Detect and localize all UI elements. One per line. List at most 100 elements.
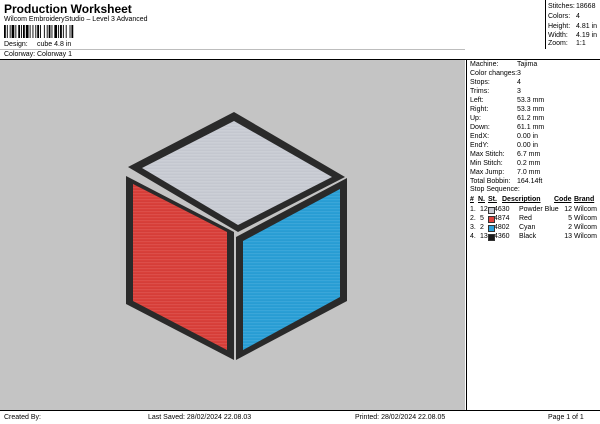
design-label: Design: [4,41,28,48]
col-code: Code [554,196,572,203]
machine-info-label: Left: [470,97,484,104]
stop-code: 13 [564,233,572,240]
barcode-bar [15,25,17,38]
machine-info-value: 164.14ft [517,178,543,185]
machine-info-value: 0.00 in [517,142,539,149]
stop-code: 2 [568,224,572,231]
stop-sequence-row: 1. 12 4630 Powder Blue Wilcom 12 [468,205,598,214]
stop-stitches: 4630 [494,206,510,213]
machine-info-label: Max Jump: [470,169,505,176]
stop-description: Red [519,215,532,222]
stop-brand: Wilcom [574,224,597,231]
stop-sequence-row: 4. 13 4360 Black Wilcom 13 [468,232,598,241]
stat-colors-label: Colors: [548,13,571,20]
barcode-bar [29,25,31,38]
machine-info-label: Up: [470,115,481,122]
stop-description: Black [519,233,537,240]
stop-code: 5 [568,215,572,222]
barcode-bar [60,25,62,38]
stop-sequence-row: 2. 5 4874 Red Wilcom 5 [468,214,598,223]
stop-description: Powder Blue [519,206,559,213]
stop-needle: 5 [480,215,484,222]
machine-info-value: 3 [517,88,521,95]
machine-info-value: 0.2 mm [517,160,541,167]
barcode-bar [62,25,64,38]
barcode-bar [23,25,25,38]
barcode-bar [35,25,37,38]
machine-info-label: Trims: [470,88,490,95]
barcode-bar [51,25,53,38]
machine-info-value: 61.2 mm [517,115,545,122]
stop-sequence-row: 3. 2 4802 Cyan Wilcom 2 [468,223,598,232]
color-swatch [488,234,495,241]
stop-needle: 2 [480,224,484,231]
stop-sequence-header: # N. St. Description Code Brand [468,195,598,204]
barcode-bar [9,25,11,38]
barcode-bar [40,25,41,38]
machine-info-value: Tajima [517,61,538,68]
barcode-bar [69,25,71,38]
software-subtitle: Wilcom EmbroideryStudio – Level 3 Advanc… [4,16,148,23]
stop-stitches: 4360 [494,233,510,240]
stop-needle: 13 [480,233,488,240]
colorway-label: Colorway: [4,51,36,58]
machine-info-label: Machine: [470,61,499,68]
stats-divider [545,0,546,49]
machine-info-value: 0.00 in [517,133,539,140]
page-title: Production Worksheet [4,2,132,16]
info-panel-divider [466,59,467,410]
cube-embroidery-design [126,112,347,360]
colorway-value: Colorway 1 [37,51,73,58]
machine-info-label: Color changes: [470,70,518,77]
stop-brand: Wilcom [574,206,597,213]
printed-date: Printed: 28/02/2024 22.08.05 [355,414,446,421]
stop-num: 4. [470,233,476,240]
design-value: cube 4.8 in [37,41,72,48]
barcode-bar [18,25,21,38]
barcode-bar [11,25,15,38]
barcode-bar [65,25,67,38]
machine-info-value: 3 [517,70,521,77]
barcode-bar [25,25,29,38]
col-brand: Brand [574,196,595,203]
barcode [4,25,74,38]
barcode-bar [32,25,34,38]
stop-stitches: 4874 [494,215,510,222]
barcode-bar [71,25,74,38]
stat-height-value: 4.81 in [576,23,598,30]
barcode-bar [48,25,51,38]
machine-info-value: 53.3 mm [517,106,545,113]
barcode-bar [58,25,60,38]
machine-info-label: Max Stitch: [470,151,505,158]
stat-stitches-value: 18668 [576,3,596,10]
machine-info-label: EndX: [470,133,490,140]
stop-description: Cyan [519,224,536,231]
footer-rule [0,410,600,411]
last-saved: Last Saved: 28/02/2024 22.08.03 [148,414,252,421]
col-st: St. [488,196,497,203]
col-description: Description [502,196,541,203]
barcode-bar [4,25,6,38]
col-n: N. [478,196,485,203]
stop-sequence-title: Stop Sequence: [470,186,520,193]
stop-num: 1. [470,206,476,213]
machine-info-label: Right: [470,106,489,113]
color-swatch [488,207,495,214]
machine-info-label: Down: [470,124,490,131]
design-preview [0,60,465,410]
page-number: Page 1 of 1 [548,414,584,421]
stat-colors-value: 4 [576,13,580,20]
stop-stitches: 4802 [494,224,510,231]
color-swatch [488,216,495,223]
machine-info-value: 61.1 mm [517,124,545,131]
stat-stitches-label: Stitches: [548,3,575,10]
machine-info-label: Min Stitch: [470,160,503,167]
stop-num: 3. [470,224,476,231]
stop-needle: 12 [480,206,488,213]
machine-info-label: Stops: [470,79,490,86]
barcode-bar [43,25,45,38]
stat-zoom-label: Zoom: [548,40,568,47]
stop-brand: Wilcom [574,215,597,222]
machine-info-value: 53.3 mm [517,97,545,104]
barcode-bar [54,25,58,38]
